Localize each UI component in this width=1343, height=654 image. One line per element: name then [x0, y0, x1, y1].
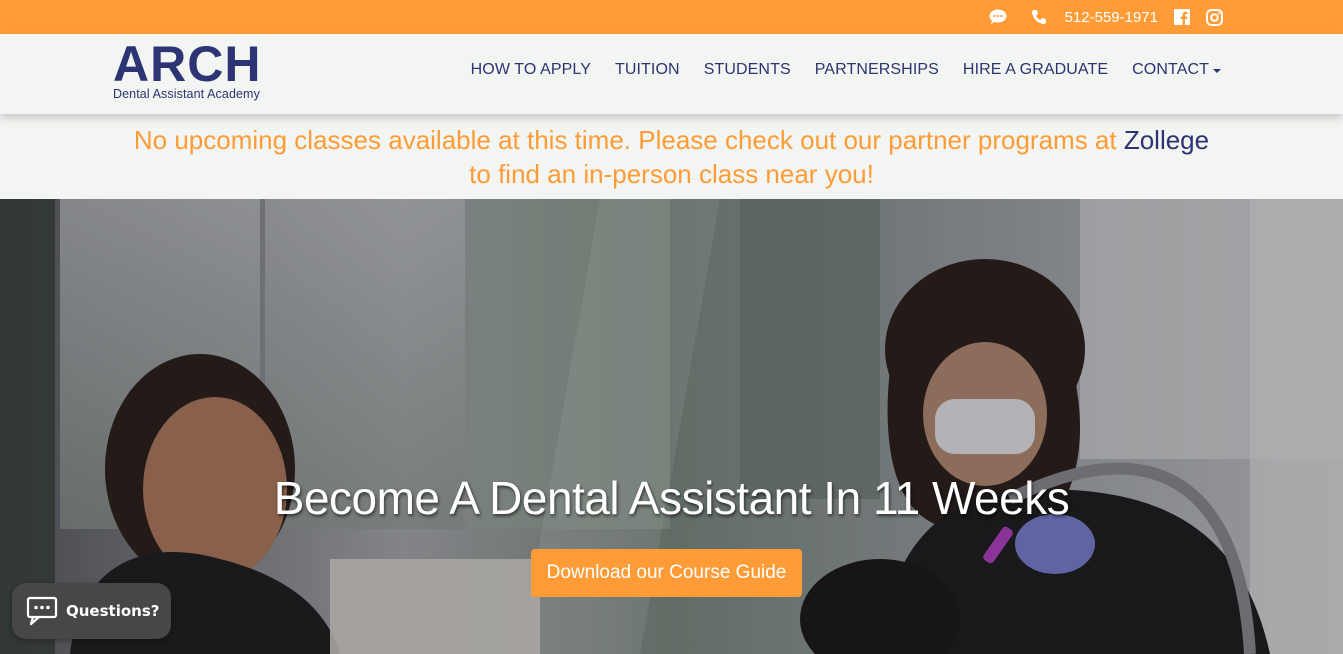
class-availability-notice: No upcoming classes available at this ti… [0, 114, 1343, 199]
nav-how-to-apply[interactable]: HOW TO APPLY [471, 61, 591, 79]
main-nav: HOW TO APPLY TUITION STUDENTS PARTNERSHI… [471, 34, 1221, 106]
site-header: ARCH Dental Assistant Academy HOW TO APP… [0, 34, 1343, 114]
zollege-link[interactable]: Zollege [1124, 125, 1209, 155]
caret-down-icon [1213, 69, 1221, 73]
notice-text: No upcoming classes available at this ti… [132, 123, 1212, 191]
hero-title: Become A Dental Assistant In 11 Weeks [273, 472, 1070, 524]
download-course-guide-button[interactable]: Download our Course Guide [531, 549, 802, 597]
facebook-icon[interactable] [1174, 9, 1190, 25]
hero-section: Become A Dental Assistant In 11 Weeks Do… [0, 199, 1343, 654]
chat-bubble-icon [26, 596, 58, 626]
chat-icon[interactable] [989, 9, 1007, 25]
nav-contact-dropdown[interactable]: CONTACT [1132, 61, 1221, 79]
nav-students[interactable]: STUDENTS [704, 61, 791, 79]
logo-tagline: Dental Assistant Academy [113, 87, 260, 101]
questions-chat-widget[interactable]: Questions? [12, 583, 171, 639]
instagram-icon[interactable] [1206, 8, 1223, 26]
chat-widget-label: Questions? [66, 602, 160, 620]
notice-text-after: to find an in-person class near you! [469, 158, 874, 189]
arch-logo[interactable]: ARCH Dental Assistant Academy [113, 39, 288, 105]
phone-number-link[interactable]: 512-559-1971 [1065, 9, 1158, 26]
notice-text-before: No upcoming classes available at this ti… [133, 124, 1124, 155]
nav-partnerships[interactable]: PARTNERSHIPS [815, 61, 939, 79]
nav-contact-label: CONTACT [1132, 61, 1209, 78]
logo-wordmark: ARCH [113, 36, 262, 92]
top-utility-bar: 512-559-1971 [0, 0, 1343, 34]
phone-icon[interactable] [1031, 9, 1047, 25]
nav-hire-a-graduate[interactable]: HIRE A GRADUATE [963, 61, 1108, 79]
nav-tuition[interactable]: TUITION [615, 61, 680, 79]
